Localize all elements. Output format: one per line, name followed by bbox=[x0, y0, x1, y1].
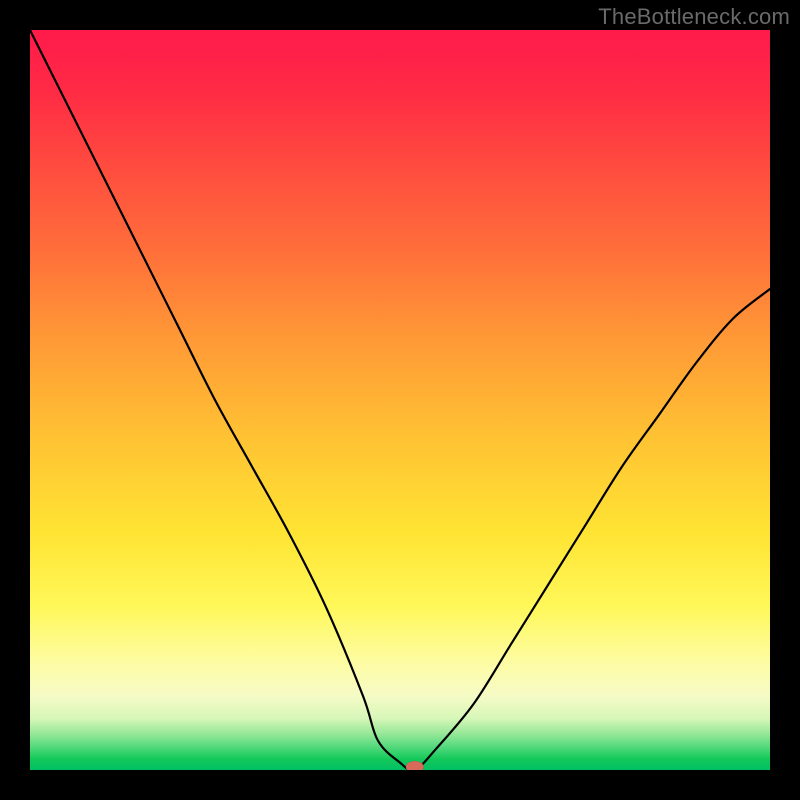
optimum-marker bbox=[406, 761, 424, 770]
bottleneck-curve bbox=[30, 30, 770, 770]
plot-area bbox=[30, 30, 770, 770]
curve-svg bbox=[30, 30, 770, 770]
chart-container: TheBottleneck.com bbox=[0, 0, 800, 800]
watermark-text: TheBottleneck.com bbox=[598, 4, 790, 30]
